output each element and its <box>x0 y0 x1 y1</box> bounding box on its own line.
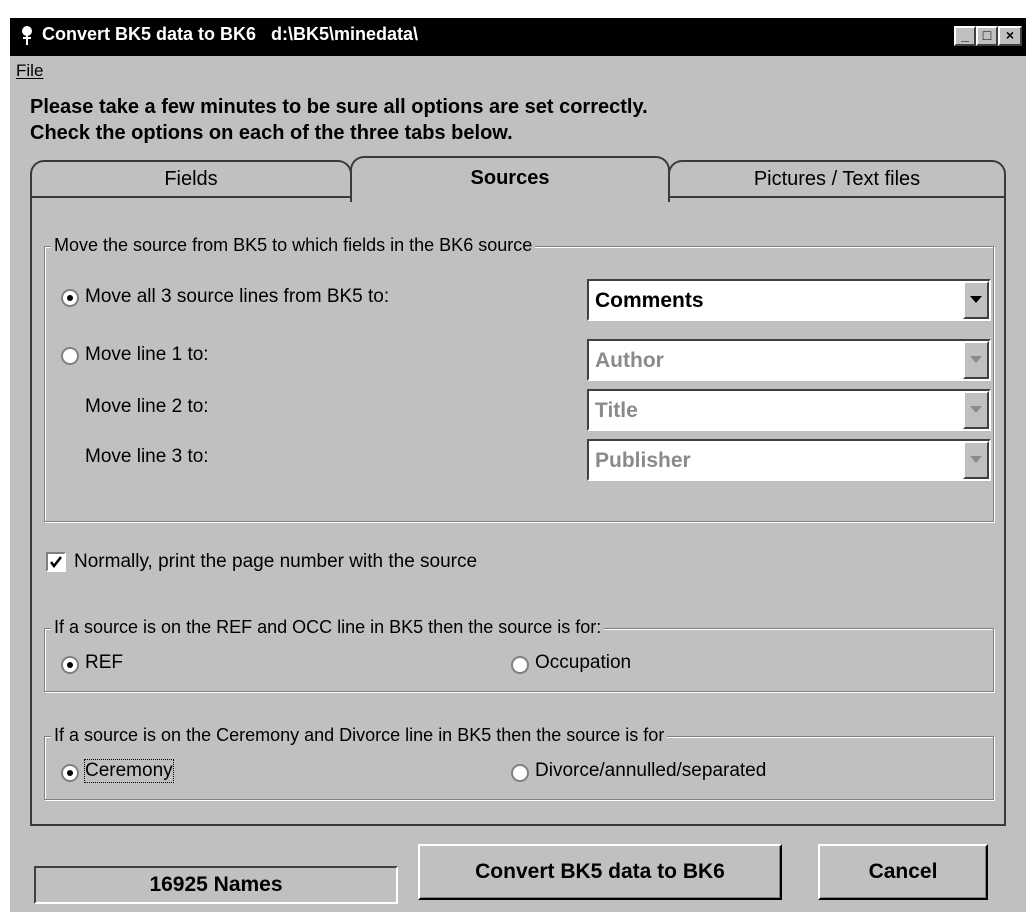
ceremony-divorce-group: If a source is on the Ceremony and Divor… <box>44 725 994 800</box>
line-1-target-dropdown[interactable]: Author <box>587 339 991 381</box>
line-1-target-value: Author <box>595 349 664 372</box>
tab-pictures-label: Pictures / Text files <box>753 168 921 190</box>
line-3-target-dropdown[interactable]: Publisher <box>587 439 991 481</box>
divorce-radio[interactable] <box>511 764 529 782</box>
ref-radio[interactable] <box>61 656 79 674</box>
instruction-line-1: Please take a few minutes to be sure all… <box>30 96 648 118</box>
names-count-status: 16925 Names <box>34 866 398 904</box>
checkmark-icon <box>50 556 62 569</box>
menu-file[interactable]: File <box>16 61 43 81</box>
dropdown-arrow-icon[interactable] <box>963 281 989 319</box>
dropdown-arrow-icon[interactable] <box>963 441 989 479</box>
source-fields-group: Move the source from BK5 to which fields… <box>44 235 994 522</box>
occupation-radio[interactable] <box>511 656 529 674</box>
tab-fields[interactable]: Fields <box>30 160 352 198</box>
move-line-2-label: Move line 2 to: <box>85 396 209 417</box>
menu-bar: File <box>10 56 1026 86</box>
instruction-line-2: Check the options on each of the three t… <box>30 122 513 144</box>
line-3-target-value: Publisher <box>595 449 691 472</box>
cancel-button[interactable]: Cancel <box>818 844 988 900</box>
move-all-lines-radio[interactable] <box>61 289 79 307</box>
all-lines-target-dropdown[interactable]: Comments <box>587 279 991 321</box>
line-2-target-value: Title <box>595 399 638 422</box>
ref-occ-group: If a source is on the REF and OCC line i… <box>44 617 994 692</box>
app-tree-icon <box>22 26 32 45</box>
dropdown-arrow-icon[interactable] <box>963 391 989 429</box>
move-line-1-label: Move line 1 to: <box>85 344 209 365</box>
ceremony-radio[interactable] <box>61 764 79 782</box>
tab-fields-label: Fields <box>164 168 218 190</box>
maximize-button[interactable]: □ <box>976 26 998 46</box>
ceremony-divorce-legend: If a source is on the Ceremony and Divor… <box>51 725 668 746</box>
ref-occ-legend: If a source is on the REF and OCC line i… <box>51 617 605 638</box>
tab-pictures-text-files[interactable]: Pictures / Text files <box>668 160 1006 198</box>
move-line-1-radio[interactable] <box>61 347 79 365</box>
print-page-number-label: Normally, print the page number with the… <box>74 551 478 572</box>
move-line-3-label: Move line 3 to: <box>85 446 209 467</box>
print-page-number-checkbox[interactable] <box>46 552 66 572</box>
divorce-label: Divorce/annulled/separated <box>535 760 767 781</box>
tab-sources-label: Sources <box>470 167 550 189</box>
convert-button[interactable]: Convert BK5 data to BK6 <box>418 844 782 900</box>
minimize-button[interactable]: _ <box>954 26 976 46</box>
close-button[interactable]: × <box>998 26 1022 46</box>
occupation-label: Occupation <box>535 652 632 673</box>
source-fields-legend: Move the source from BK5 to which fields… <box>51 235 536 256</box>
line-2-target-dropdown[interactable]: Title <box>587 389 991 431</box>
dropdown-arrow-icon[interactable] <box>963 341 989 379</box>
move-all-lines-label: Move all 3 source lines from BK5 to: <box>85 286 390 307</box>
all-lines-target-value: Comments <box>595 289 704 312</box>
ref-label: REF <box>85 652 123 673</box>
convert-window: Convert BK5 data to BK6 d:\BK5\minedata\… <box>10 18 1026 912</box>
ceremony-label: Ceremony <box>84 759 174 783</box>
title-bar: Convert BK5 data to BK6 d:\BK5\minedata\… <box>10 18 1026 56</box>
tab-sources[interactable]: Sources <box>350 156 670 202</box>
sources-panel: Move the source from BK5 to which fields… <box>30 196 1006 826</box>
window-title: Convert BK5 data to BK6 d:\BK5\minedata\ <box>42 24 419 44</box>
